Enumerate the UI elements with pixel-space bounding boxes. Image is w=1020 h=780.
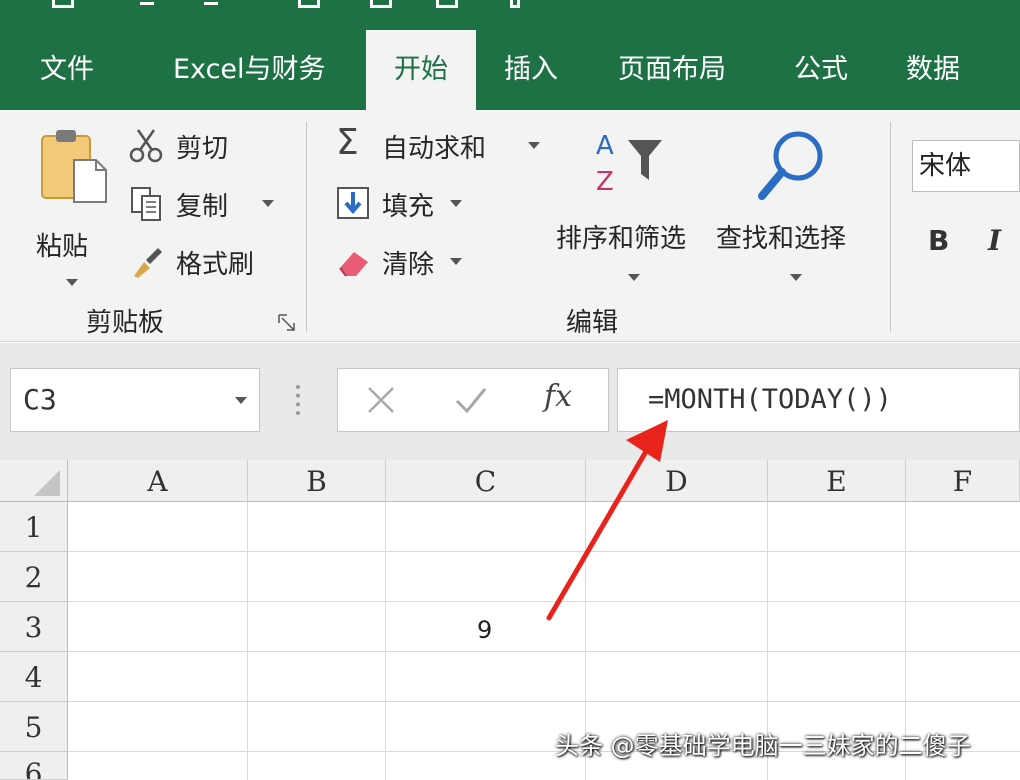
column-header-c[interactable]: C [386, 460, 586, 502]
svg-text:A: A [596, 131, 614, 161]
paste-label: 粘贴 [36, 232, 89, 262]
undo-icon[interactable] [140, 2, 154, 10]
row-header-4[interactable]: 4 [0, 652, 68, 702]
gridline [247, 502, 248, 780]
sort-filter-button[interactable]: A Z 排序和筛选 [554, 126, 710, 296]
find-select-button[interactable]: 查找和选择 [716, 126, 872, 296]
tab-home[interactable]: 开始 [366, 30, 476, 110]
ribbon-tabs: 文件 Excel与财务 开始 插入 页面布局 公式 数据 [0, 30, 1020, 110]
sort-filter-label: 排序和筛选 [556, 224, 687, 254]
watermark: 头条 @零基础学电脑一三妹家的二傻子 [555, 732, 971, 760]
column-header-f[interactable]: F [906, 460, 1020, 502]
fill-label: 填充 [382, 192, 435, 222]
chevron-down-icon [628, 274, 640, 281]
formula-bar: C3 fx =MONTH(TODAY()) [0, 343, 1020, 460]
scissors-icon [129, 129, 163, 163]
row-header-6[interactable]: 6 [0, 752, 68, 780]
group-separator [890, 122, 891, 332]
enter-icon[interactable] [454, 385, 488, 415]
redo-icon[interactable] [204, 2, 218, 10]
chevron-down-icon[interactable] [262, 200, 274, 207]
clear-label: 清除 [382, 250, 435, 280]
paste-button[interactable]: 粘贴 [30, 126, 110, 286]
cut-label: 剪切 [176, 134, 229, 164]
cancel-icon[interactable] [366, 385, 396, 415]
clipboard-paste-icon [41, 130, 107, 203]
fill-down-icon [337, 187, 369, 219]
row-header-2[interactable]: 2 [0, 552, 68, 602]
tab-page-layout[interactable]: 页面布局 [600, 30, 744, 110]
chevron-down-icon[interactable] [235, 397, 247, 404]
tab-formulas[interactable]: 公式 [776, 30, 866, 110]
group-separator [306, 122, 307, 332]
new-file-icon[interactable] [298, 0, 320, 8]
cut-button[interactable]: 剪切 [126, 126, 256, 166]
autosum-label: 自动求和 [382, 134, 487, 164]
brush-icon [134, 248, 162, 278]
gridline [68, 651, 1020, 652]
fill-button[interactable]: 填充 [334, 184, 474, 224]
clear-button[interactable]: 清除 [334, 242, 474, 282]
title-bar [0, 0, 1020, 30]
formula-buttons: fx [337, 368, 609, 432]
gridline [385, 502, 386, 780]
print-icon[interactable] [370, 0, 392, 8]
formula-input[interactable]: =MONTH(TODAY()) [617, 368, 1020, 432]
autosum-button[interactable]: Σ 自动求和 [334, 122, 544, 166]
column-header-b[interactable]: B [248, 460, 386, 502]
cell-c3[interactable]: 9 [477, 616, 492, 644]
column-header-d[interactable]: D [586, 460, 768, 502]
italic-button[interactable]: I [988, 224, 1001, 257]
select-all-corner[interactable] [0, 460, 68, 502]
tab-file[interactable]: 文件 [22, 30, 112, 110]
chevron-down-icon [450, 258, 462, 265]
row-header-1[interactable]: 1 [0, 502, 68, 552]
copy-icon [131, 187, 161, 221]
tab-data[interactable]: 数据 [888, 30, 978, 110]
svg-text:Z: Z [596, 167, 614, 197]
column-header-a[interactable]: A [68, 460, 248, 502]
chevron-down-icon [66, 279, 78, 286]
ribbon: 粘贴 剪切 复制 格式刷 剪贴板 Σ 自动求和 填充 清除 A Z 排序和筛选 … [0, 110, 1020, 342]
row-header-3[interactable]: 3 [0, 602, 68, 652]
formula-bar-grip[interactable] [296, 385, 300, 415]
name-box[interactable]: C3 [10, 368, 260, 432]
chevron-down-icon [790, 274, 802, 281]
name-box-value: C3 [23, 383, 57, 416]
format-painter-button[interactable]: 格式刷 [126, 242, 276, 282]
sigma-icon: Σ [336, 122, 359, 163]
chevron-down-icon[interactable] [528, 142, 540, 149]
gridline [68, 601, 1020, 602]
copy-button[interactable]: 复制 [126, 184, 276, 224]
dialog-launcher-icon[interactable] [278, 314, 296, 332]
find-select-label: 查找和选择 [716, 224, 847, 254]
gridline [68, 701, 1020, 702]
eraser-icon [339, 252, 368, 277]
copy-label: 复制 [176, 192, 229, 222]
customize-icon[interactable] [510, 0, 520, 8]
tab-insert[interactable]: 插入 [486, 30, 576, 110]
row-header-5[interactable]: 5 [0, 702, 68, 752]
magnifier-icon [758, 131, 823, 200]
tab-excel-finance[interactable]: Excel与财务 [155, 30, 344, 110]
insert-function-button[interactable]: fx [544, 379, 572, 414]
column-header-e[interactable]: E [768, 460, 906, 502]
gridline [68, 551, 1020, 552]
editing-group-label: 编辑 [566, 308, 619, 338]
font-name-select[interactable]: 宋体 [912, 140, 1020, 192]
clipboard-group-label: 剪贴板 [86, 308, 165, 338]
chevron-down-icon [450, 200, 462, 207]
format-painter-label: 格式刷 [176, 250, 255, 280]
sort-filter-icon: A Z [596, 131, 662, 197]
save-icon[interactable] [52, 0, 74, 8]
select-all-triangle-icon [34, 470, 60, 496]
print-preview-icon[interactable] [436, 0, 458, 8]
bold-button[interactable]: B [928, 224, 949, 257]
